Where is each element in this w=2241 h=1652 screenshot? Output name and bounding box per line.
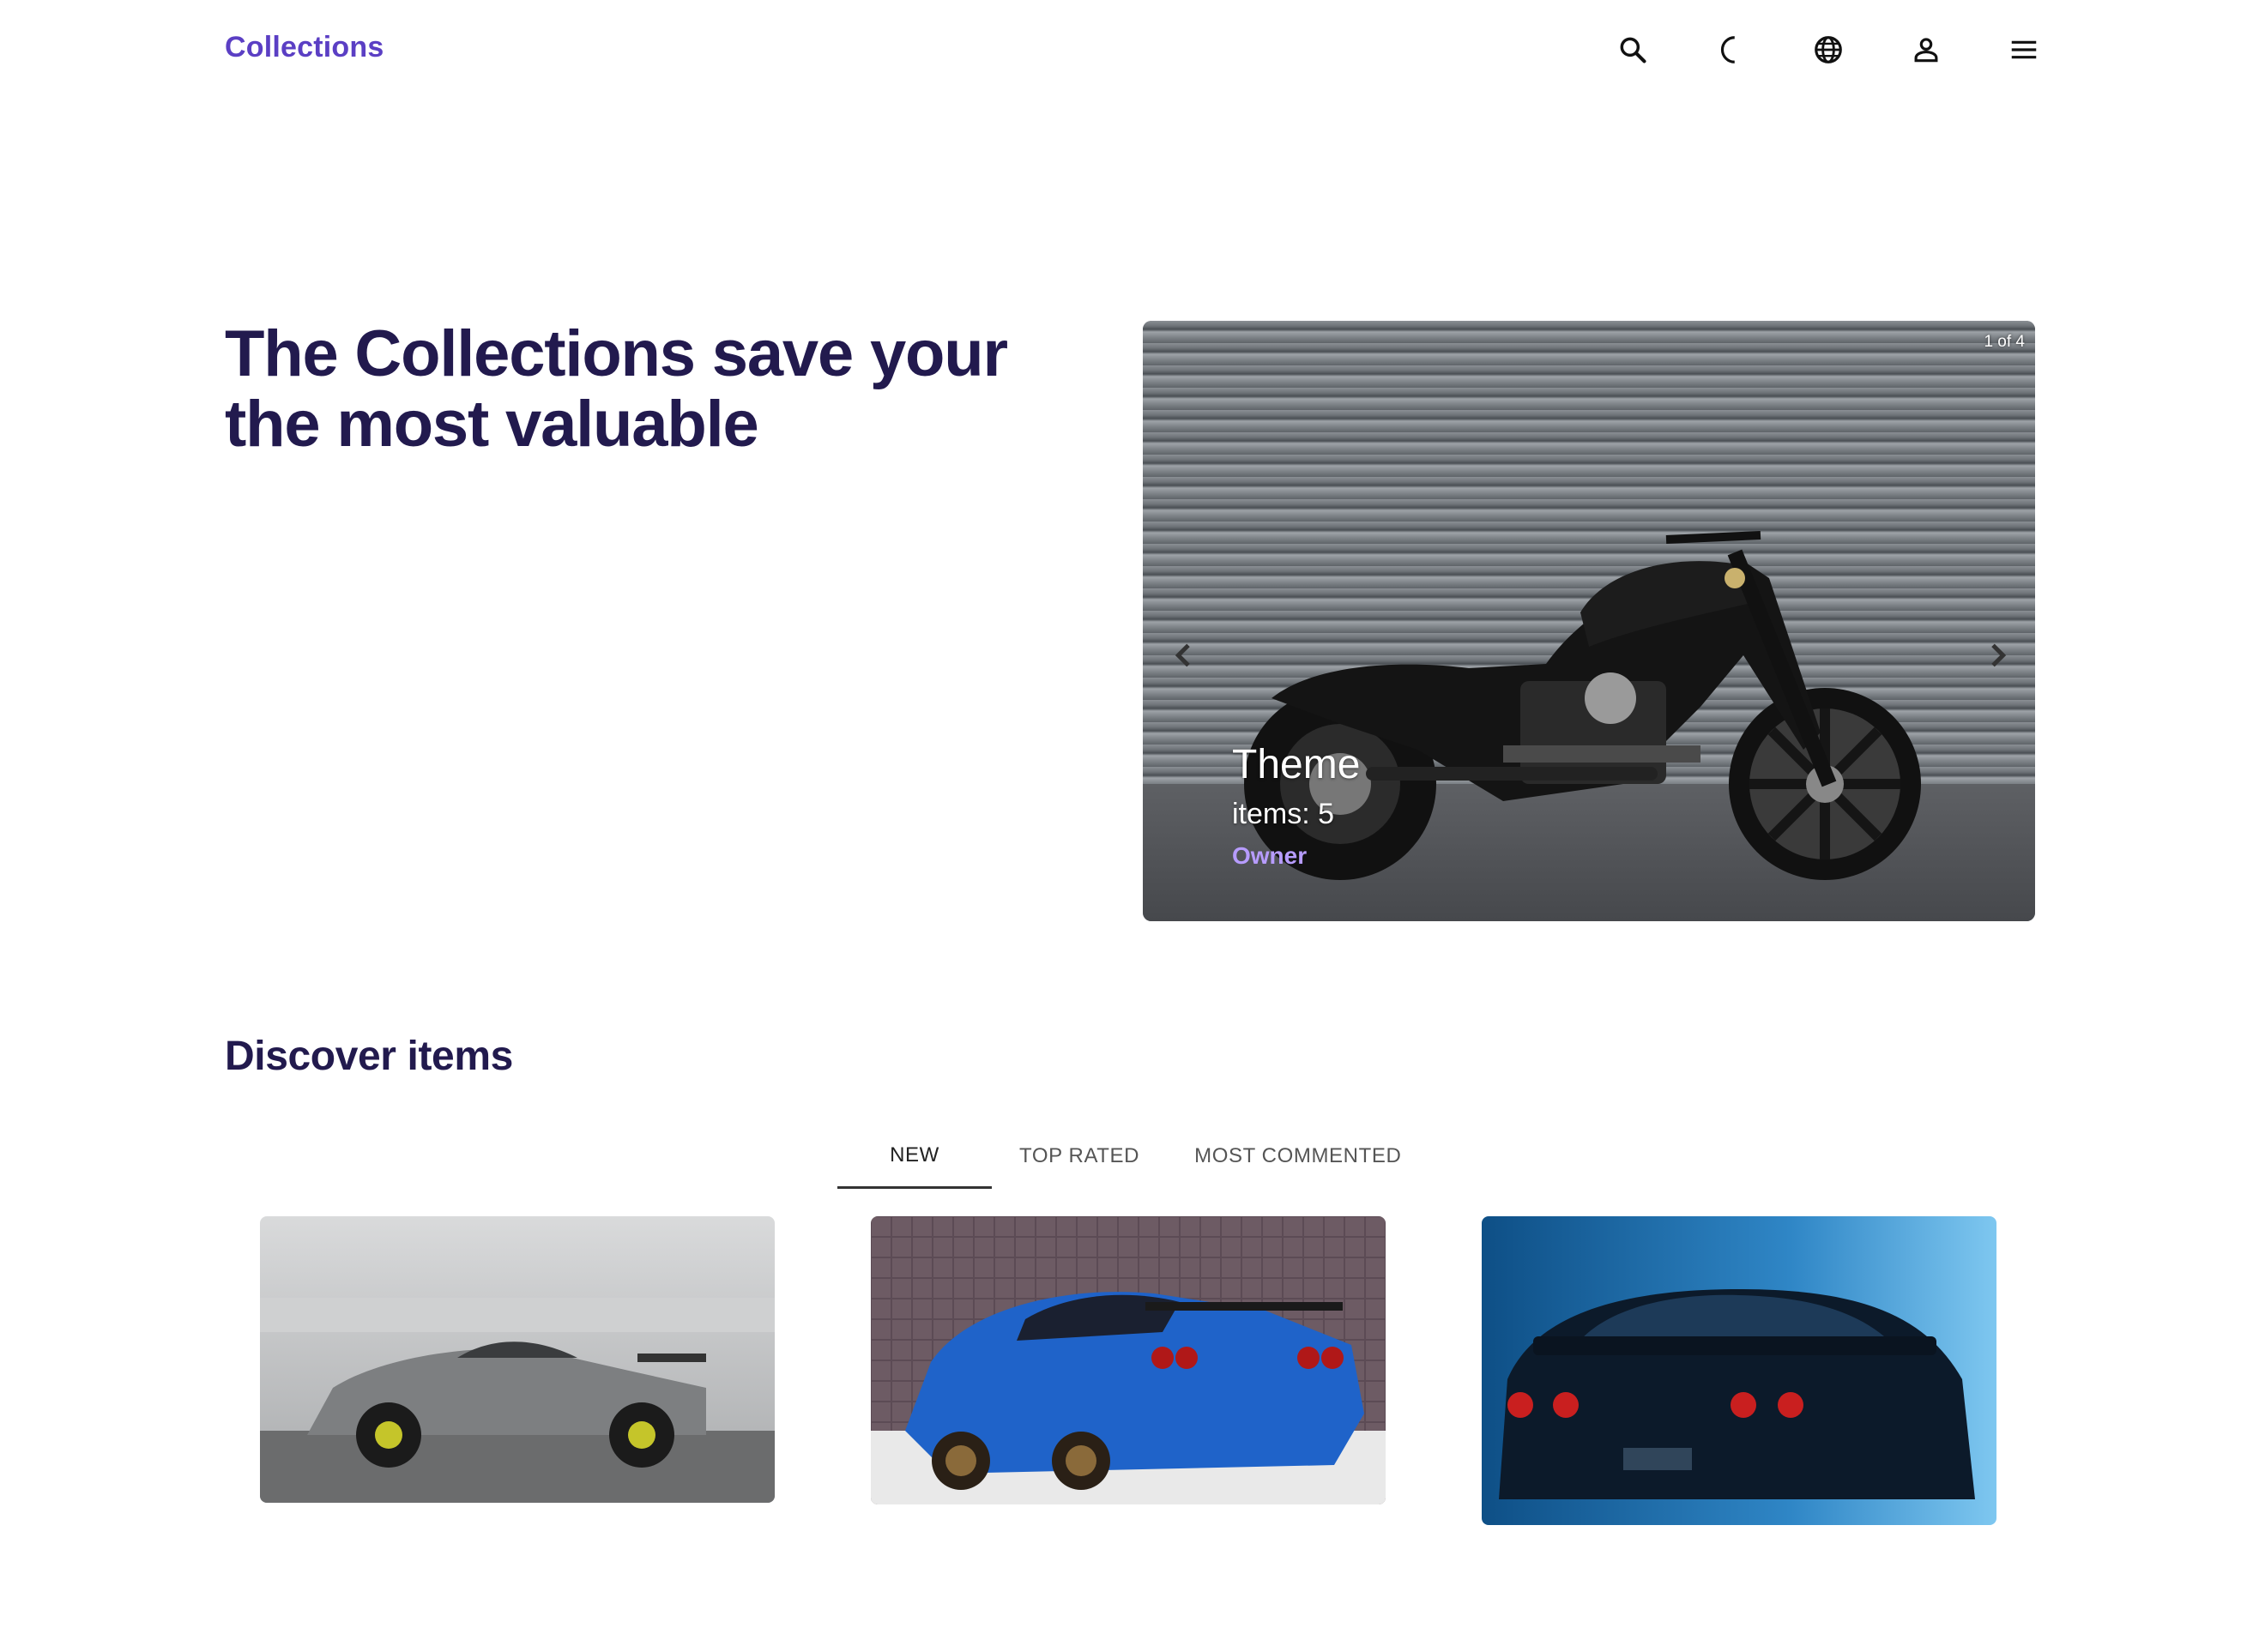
slide-owner-link[interactable]: Owner — [1232, 842, 1307, 870]
motorcycle-image — [1244, 531, 1921, 880]
menu-button[interactable] — [1975, 26, 2073, 74]
item-image-grey-car — [260, 1216, 775, 1503]
item-image-dark-car — [1482, 1216, 1996, 1525]
carousel-prev-button[interactable] — [1167, 638, 1201, 672]
tab-new[interactable]: NEW — [837, 1124, 992, 1189]
language-button[interactable] — [1779, 26, 1877, 74]
item-image-blue-car — [871, 1216, 1386, 1504]
globe-icon — [1815, 36, 1842, 63]
theme-toggle-button[interactable] — [1682, 26, 1779, 74]
item-card[interactable] — [871, 1216, 1386, 1504]
collections-carousel[interactable]: 1 of 4 Theme items: 5 Owner — [1143, 321, 2035, 921]
slide-title[interactable]: Theme — [1232, 741, 1360, 788]
header-toolbar — [1584, 26, 2073, 74]
user-icon — [1914, 38, 1938, 63]
item-card[interactable] — [260, 1216, 775, 1503]
slide-counter: 1 of 4 — [1984, 333, 2025, 351]
tab-most-commented[interactable]: MOST COMMENTED — [1167, 1124, 1429, 1189]
account-button[interactable] — [1877, 26, 1975, 74]
page: Collections The Collections save your th… — [0, 0, 2241, 1652]
moon-icon — [1720, 36, 1735, 63]
item-card[interactable] — [1482, 1216, 1996, 1525]
search-button[interactable] — [1584, 26, 1682, 74]
brand-logo[interactable]: Collections — [225, 31, 384, 64]
discover-title: Discover items — [225, 1034, 513, 1079]
carousel-next-button[interactable] — [1980, 638, 2014, 672]
search-icon — [1620, 37, 1646, 63]
menu-icon — [2011, 40, 2037, 59]
discover-tabs: NEW TOP RATED MOST COMMENTED — [837, 1124, 1429, 1192]
chevron-right-icon — [1991, 643, 2007, 667]
chevron-left-icon — [1175, 643, 1190, 667]
tab-top-rated[interactable]: TOP RATED — [992, 1124, 1167, 1189]
slide-items-count: items: 5 — [1232, 798, 1335, 830]
hero-title: The Collections save your the most valua… — [225, 317, 1008, 461]
